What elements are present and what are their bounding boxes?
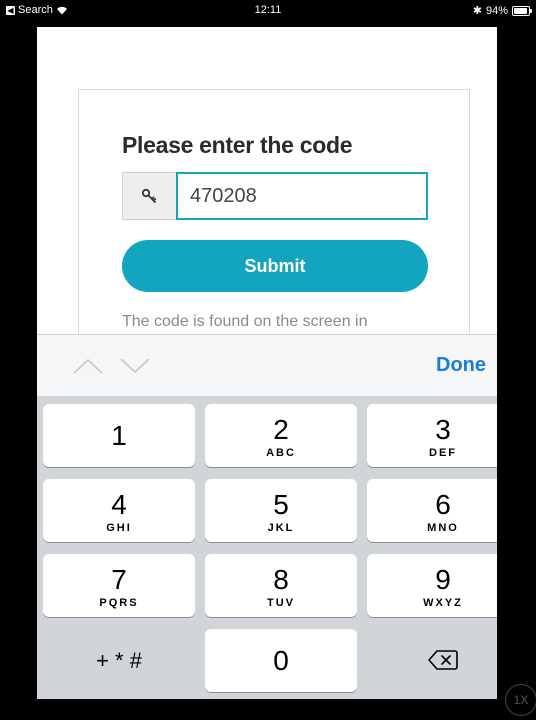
key-digit: 6	[435, 489, 451, 520]
page-title: Please enter the code	[122, 132, 353, 158]
key-7[interactable]: 7 PQRS	[43, 554, 195, 617]
code-input[interactable]	[176, 172, 428, 220]
scale-badge[interactable]: 1X	[505, 684, 536, 716]
key-1[interactable]: 1	[43, 404, 195, 467]
keyboard-accessory-bar: Done	[37, 334, 497, 397]
key-symbols-label: + * #	[96, 648, 142, 673]
backspace-icon	[428, 650, 458, 670]
key-letters: ABC	[266, 447, 296, 459]
key-letters: JKL	[267, 522, 295, 534]
key-letters: TUV	[267, 597, 295, 609]
numeric-keypad: 1 2 ABC 3 DEF 4 GHI 5 JKL 6 MNO 7 PQRS 8…	[37, 396, 497, 699]
hint-text: The code is found on the screen in	[122, 313, 368, 330]
bluetooth-icon: ✱	[472, 5, 482, 17]
battery-icon	[512, 5, 532, 16]
key-addon	[122, 172, 178, 220]
status-right: ✱ 94%	[472, 4, 532, 17]
delete-key[interactable]	[367, 629, 497, 692]
key-icon	[141, 188, 157, 203]
key-digit: 1	[111, 420, 127, 451]
chevron-up-icon[interactable]	[72, 357, 104, 375]
key-8[interactable]: 8 TUV	[205, 554, 357, 617]
key-letters: PQRS	[99, 597, 139, 609]
app-screen: Please enter the code Submit The code is…	[37, 27, 497, 699]
key-letters: DEF	[429, 447, 457, 459]
key-digit: 3	[435, 414, 451, 445]
code-card: Please enter the code Submit The code is…	[78, 89, 470, 351]
key-9[interactable]: 9 WXYZ	[367, 554, 497, 617]
status-bar: ◀ Search 12:11 ✱ 94%	[0, 0, 536, 20]
battery-percent: 94%	[485, 4, 508, 17]
key-3[interactable]: 3 DEF	[367, 404, 497, 467]
key-letters: GHI	[106, 522, 132, 534]
key-digit: 5	[273, 489, 289, 520]
key-2[interactable]: 2 ABC	[205, 404, 357, 467]
key-letters: WXYZ	[423, 597, 463, 609]
key-digit: 9	[435, 564, 451, 595]
key-digit: 2	[273, 414, 289, 445]
done-button[interactable]: Done	[436, 354, 486, 377]
key-4[interactable]: 4 GHI	[43, 479, 195, 542]
key-digit: 7	[111, 564, 127, 595]
key-5[interactable]: 5 JKL	[205, 479, 357, 542]
key-letters: MNO	[427, 522, 459, 534]
key-0[interactable]: 0	[205, 629, 357, 692]
chevron-down-icon[interactable]	[119, 357, 151, 375]
code-input-group	[122, 172, 428, 220]
key-digit: 8	[273, 564, 289, 595]
clock: 12:11	[254, 4, 282, 16]
key-6[interactable]: 6 MNO	[367, 479, 497, 542]
key-digit: 4	[111, 489, 127, 520]
submit-button[interactable]: Submit	[122, 240, 428, 292]
key-digit: 0	[273, 645, 289, 676]
key-symbols[interactable]: + * #	[43, 629, 195, 692]
